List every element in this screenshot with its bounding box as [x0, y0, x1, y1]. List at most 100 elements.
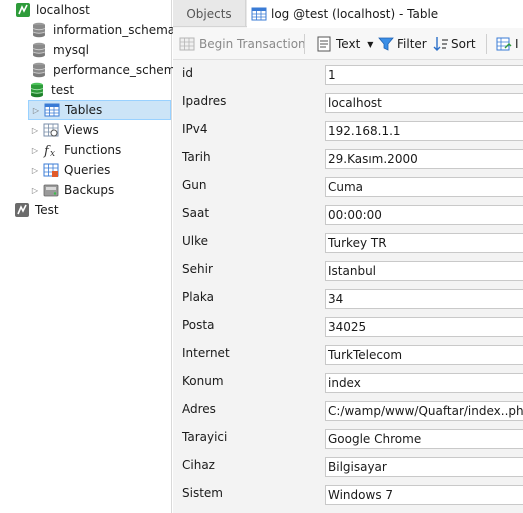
expand-arrow-icon[interactable]: ▷	[30, 145, 40, 155]
database-icon	[32, 42, 48, 58]
tab-label: log @test (localhost) - Table	[271, 6, 439, 21]
import-button[interactable]: I	[496, 33, 523, 55]
view-icon	[43, 122, 59, 138]
tree-item-label: performance_schema	[53, 63, 183, 77]
filter-icon	[378, 36, 394, 52]
tree-item-label: test	[51, 83, 75, 97]
tree-item-information-schema[interactable]: information_schema	[32, 20, 175, 40]
table-icon	[44, 102, 60, 118]
tree-item-test-db[interactable]: test	[17, 80, 74, 100]
field-label: Plaka	[182, 290, 215, 304]
dropdown-arrow-icon[interactable]: ▼	[367, 40, 373, 49]
database-icon	[32, 62, 48, 78]
form-row: Internet TurkTelecom	[173, 345, 523, 373]
form-row: Sistem Windows 7	[173, 485, 523, 513]
tree-item-mysql[interactable]: mysql	[32, 40, 89, 60]
toolbar-divider	[304, 34, 305, 54]
field-label: Posta	[182, 318, 215, 332]
expand-arrow-icon[interactable]: ▷	[30, 165, 40, 175]
field-value-input[interactable]: 29.Kasım.2000	[325, 149, 523, 169]
filter-label: Filter	[397, 37, 427, 51]
form-row: Cihaz Bilgisayar	[173, 457, 523, 485]
expand-arrow-icon[interactable]: ▷	[30, 185, 40, 195]
tree-item-backups[interactable]: ▷ Backups	[30, 180, 114, 200]
field-label: Sistem	[182, 486, 223, 500]
collapse-arrow-icon[interactable]	[17, 85, 27, 95]
collapse-arrow-icon[interactable]	[2, 5, 12, 15]
field-label: Konum	[182, 374, 224, 388]
tree-item-tables[interactable]: ▷ Tables	[28, 100, 171, 120]
form-row: Konum index	[173, 373, 523, 401]
navigation-tree: localhost information_schema mysql perfo…	[0, 0, 183, 513]
field-value-input[interactable]: Google Chrome	[325, 429, 523, 449]
tree-item-views[interactable]: ▷ Views	[30, 120, 99, 140]
tab-bar: Objects log @test (localhost) - Table	[173, 0, 523, 28]
begin-transaction-button[interactable]: Begin Transaction	[179, 33, 306, 55]
sort-label: Sort	[451, 37, 476, 51]
text-label: Text	[336, 37, 361, 51]
main-panel: Objects log @test (localhost) - Table Be…	[173, 0, 523, 513]
tab-log-table[interactable]: log @test (localhost) - Table	[247, 0, 523, 28]
tree-item-performance-schema[interactable]: performance_schema	[32, 60, 183, 80]
field-value-input[interactable]: C:/wamp/www/Quaftar/index..php	[325, 401, 523, 421]
form-row: Gun Cuma	[173, 177, 523, 205]
field-value-input[interactable]: 00:00:00	[325, 205, 523, 225]
tab-label: Objects	[186, 6, 232, 21]
server-disconnected-icon	[14, 202, 30, 218]
sort-icon	[433, 36, 449, 52]
tree-item-queries[interactable]: ▷ Queries	[30, 160, 110, 180]
backup-icon	[43, 182, 59, 198]
tree-item-label: Backups	[64, 183, 115, 197]
text-view-button[interactable]: Text ▼	[316, 33, 373, 55]
toolbar-divider	[486, 34, 487, 54]
form-row: IPv4 192.168.1.1	[173, 121, 523, 149]
field-value-input[interactable]: Turkey TR	[325, 233, 523, 253]
tree-item-label: Test	[35, 203, 59, 217]
tree-item-functions[interactable]: ▷ fx Functions	[30, 140, 121, 160]
expand-arrow-icon[interactable]: ▷	[30, 125, 40, 135]
text-document-icon	[316, 36, 332, 52]
form-row: Ipadres localhost	[173, 93, 523, 121]
tab-objects[interactable]: Objects	[173, 0, 246, 27]
field-value-input[interactable]: Bilgisayar	[325, 457, 523, 477]
field-value-input[interactable]: 34	[325, 289, 523, 309]
function-icon: fx	[43, 142, 59, 159]
field-value-input[interactable]: Cuma	[325, 177, 523, 197]
field-label: Ipadres	[182, 94, 227, 108]
tree-item-label: Queries	[64, 163, 111, 177]
field-label: Cihaz	[182, 458, 215, 472]
field-value-input[interactable]: 1	[325, 65, 523, 85]
import-label: I	[515, 37, 519, 51]
field-value-input[interactable]: Windows 7	[325, 485, 523, 505]
tree-item-test-connection[interactable]: Test	[4, 200, 59, 220]
form-row: Tarayici Google Chrome	[173, 429, 523, 457]
begin-transaction-label: Begin Transaction	[199, 37, 306, 51]
field-label: Gun	[182, 178, 207, 192]
field-value-input[interactable]: 192.168.1.1	[325, 121, 523, 141]
form-row: Plaka 34	[173, 289, 523, 317]
field-value-input[interactable]: Istanbul	[325, 261, 523, 281]
filter-button[interactable]: Filter	[378, 33, 427, 55]
field-label: IPv4	[182, 122, 208, 136]
field-value-input[interactable]: index	[325, 373, 523, 393]
field-value-input[interactable]: localhost	[325, 93, 523, 113]
form-row: id 1	[173, 65, 523, 93]
tree-item-label: Views	[64, 123, 99, 137]
import-icon	[496, 36, 512, 52]
field-label: Adres	[182, 402, 216, 416]
field-value-input[interactable]: TurkTelecom	[325, 345, 523, 365]
expand-arrow-icon[interactable]: ▷	[31, 105, 41, 115]
form-row: Saat 00:00:00	[173, 205, 523, 233]
tree-item-label: mysql	[53, 43, 89, 57]
tree-item-localhost[interactable]: localhost	[2, 0, 90, 20]
record-form-view: id 1 Ipadres localhost IPv4 192.168.1.1 …	[173, 61, 523, 513]
field-value-input[interactable]: 34025	[325, 317, 523, 337]
table-icon	[251, 6, 267, 22]
sort-button[interactable]: Sort	[433, 33, 476, 55]
transaction-icon	[179, 36, 195, 52]
svg-text:x: x	[50, 149, 55, 158]
form-row: Adres C:/wamp/www/Quaftar/index..php	[173, 401, 523, 429]
field-label: id	[182, 66, 193, 80]
server-connected-icon	[15, 2, 31, 18]
field-label: Saat	[182, 206, 210, 220]
